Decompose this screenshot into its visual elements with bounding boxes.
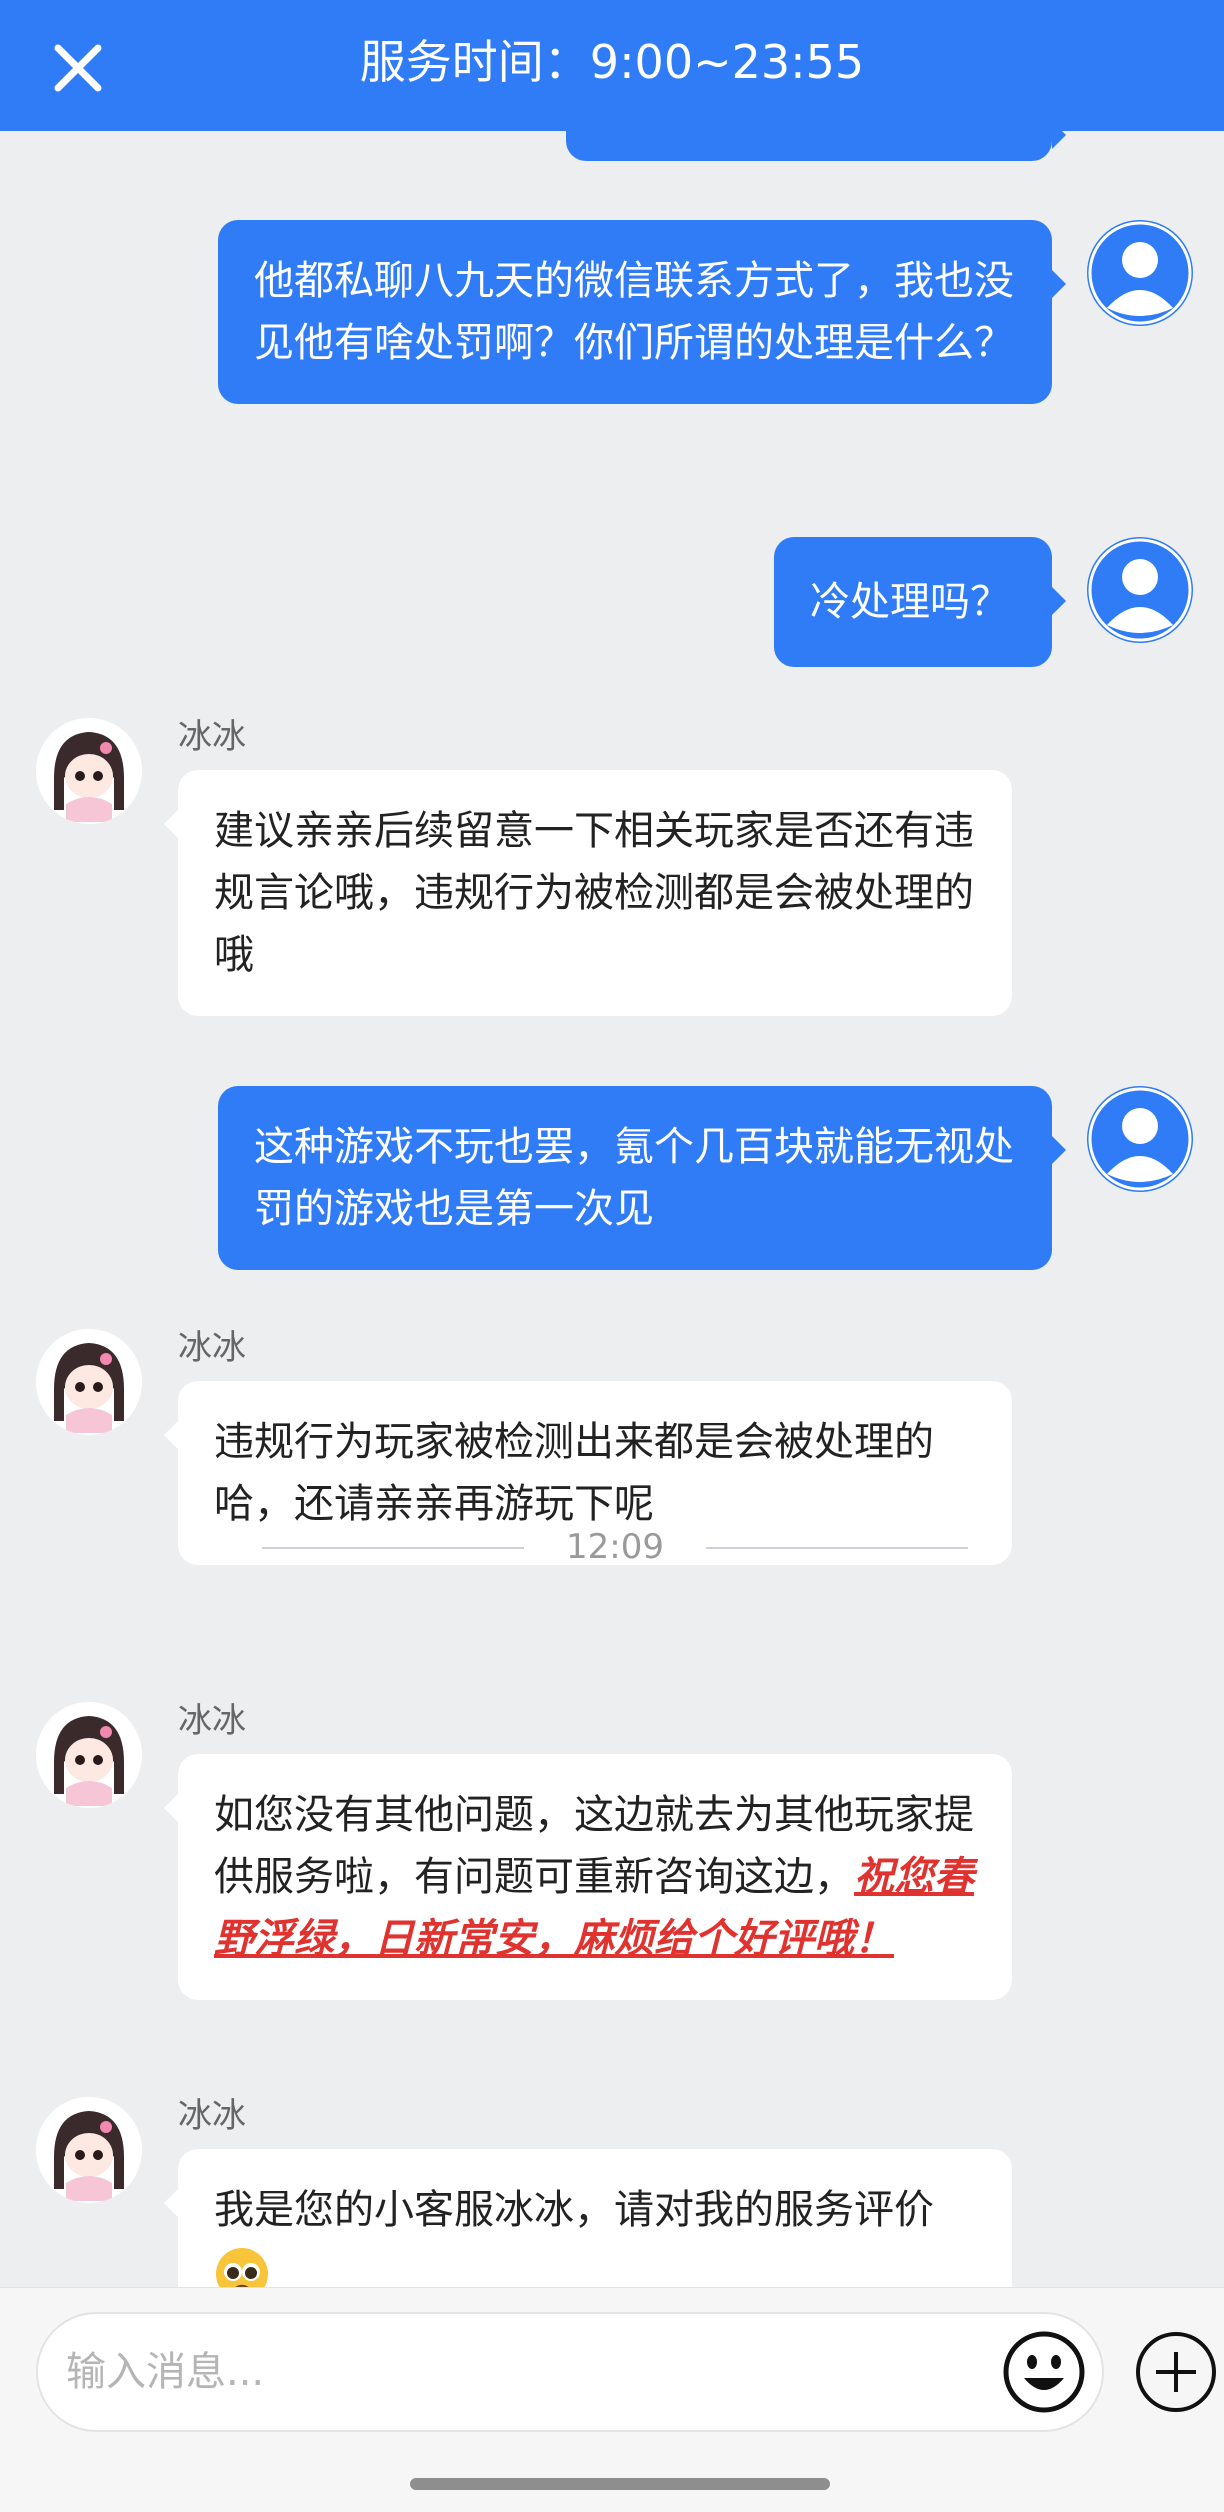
message-input[interactable]: 输入消息... <box>36 2312 1104 2432</box>
pleading-face-emoji <box>214 2246 270 2287</box>
plus-icon[interactable] <box>1134 2330 1218 2414</box>
user-avatar-icon[interactable] <box>1087 1086 1193 1192</box>
agent-message-bubble[interactable]: 建议亲亲后续留意一下相关玩家是否还有违规言论哦，违规行为被检测都是会被处理的哦 <box>164 770 1012 1016</box>
home-indicator[interactable] <box>410 2478 830 2490</box>
agent-name: 冰冰 <box>178 1328 246 1368</box>
message-bubble-partial <box>566 131 1066 161</box>
service-hours-title: 服务时间：9:00~23:55 <box>359 35 865 89</box>
user-avatar-icon[interactable] <box>1087 537 1193 643</box>
agent-message-bubble[interactable]: 如您没有其他问题，这边就去为其他玩家提供服务啦，有问题可重新咨询这边，祝您春野浮… <box>164 1754 1012 2000</box>
message-text: 他都私聊八九天的微信联系方式了，我也没见他有啥处罚啊？你们所谓的处理是什么？ <box>254 258 1014 366</box>
user-avatar-icon[interactable] <box>1087 220 1193 326</box>
input-placeholder: 输入消息... <box>66 2349 265 2395</box>
agent-avatar[interactable] <box>36 1329 142 1435</box>
user-message-bubble[interactable]: 这种游戏不玩也罢，氪个几百块就能无视处罚的游戏也是第一次见 <box>218 1086 1066 1270</box>
message-list[interactable]: 他都私聊八九天的微信联系方式了，我也没见他有啥处罚啊？你们所谓的处理是什么？ 冷… <box>0 131 1224 2287</box>
message-text: 违规行为玩家被检测出来都是会被处理的哈，还请亲亲再游玩下呢 <box>214 1419 934 1527</box>
agent-message-bubble[interactable]: 我是您的小客服冰冰，请对我的服务评价 <box>164 2149 1012 2287</box>
agent-avatar[interactable] <box>36 1702 142 1808</box>
time-divider: 12:09 <box>262 1522 968 1572</box>
agent-name: 冰冰 <box>178 1701 246 1741</box>
agent-avatar[interactable] <box>36 2097 142 2203</box>
agent-name: 冰冰 <box>178 2096 246 2136</box>
agent-avatar[interactable] <box>36 718 142 824</box>
message-text: 建议亲亲后续留意一下相关玩家是否还有违规言论哦，违规行为被检测都是会被处理的哦 <box>214 808 974 978</box>
composer-bar: 输入消息... <box>0 2287 1224 2512</box>
user-message-bubble[interactable]: 他都私聊八九天的微信联系方式了，我也没见他有啥处罚啊？你们所谓的处理是什么？ <box>218 220 1066 404</box>
message-text: 冷处理吗？ <box>810 579 1010 625</box>
message-text: 我是您的小客服冰冰，请对我的服务评价 <box>214 2187 934 2233</box>
message-text: 这种游戏不玩也罢，氪个几百块就能无视处罚的游戏也是第一次见 <box>254 1124 1014 1232</box>
smiley-icon[interactable] <box>1000 2328 1088 2416</box>
agent-name: 冰冰 <box>178 717 246 757</box>
chat-header: 服务时间：9:00~23:55 <box>0 0 1224 131</box>
user-message-bubble[interactable]: 冷处理吗？ <box>774 537 1066 667</box>
